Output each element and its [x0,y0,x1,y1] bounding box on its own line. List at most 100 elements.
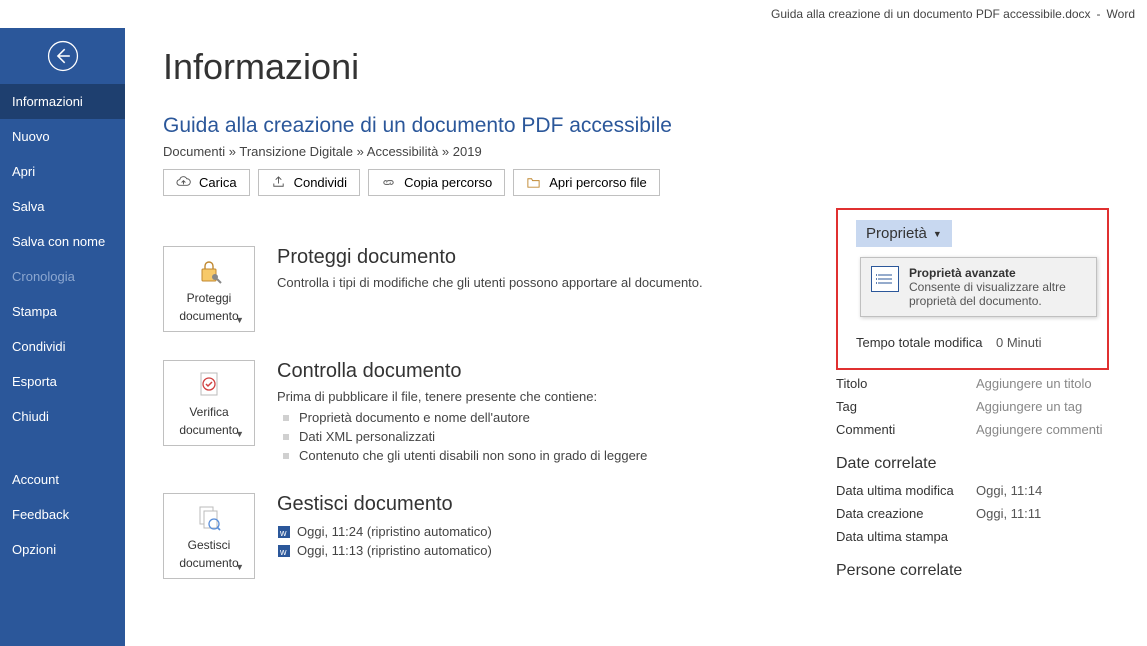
version-item[interactable]: w Oggi, 11:24 (ripristino automatico) [277,522,492,541]
prop-label: Tag [836,399,976,414]
sidebar-item-label: Apri [12,164,35,179]
open-path-button[interactable]: Apri percorso file [513,169,660,196]
sidebar-item-apri[interactable]: Apri [0,154,125,189]
protect-section: Proteggi documento ▼ Proteggi documento … [163,246,810,332]
prop-row-title[interactable]: Titolo Aggiungere un titolo [836,372,1109,395]
documents-icon [193,502,225,534]
properties-highlight: Proprietà ▼ Proprietà avanzate Consente … [836,208,1109,370]
document-title: Guida alla creazione di un documento PDF… [163,114,810,138]
properties-list-icon [871,266,899,292]
prop-row-created: Data creazione Oggi, 11:11 [836,502,1109,525]
button-label-1: Verifica [189,405,228,419]
prop-label: Data ultima modifica [836,483,976,498]
button-label: Condividi [294,175,347,190]
sidebar-item-condividi[interactable]: Condividi [0,329,125,364]
upload-button[interactable]: Carica [163,169,250,196]
sidebar-item-feedback[interactable]: Feedback [0,497,125,532]
prop-value: 0 Minuti [996,335,1042,350]
button-label-2: documento [179,423,238,437]
version-label: Oggi, 11:13 (ripristino automatico) [297,543,492,558]
chevron-down-icon: ▼ [235,315,244,325]
prop-label: Titolo [836,376,976,391]
sidebar-item-label: Cronologia [12,269,75,284]
sidebar-item-label: Informazioni [12,94,83,109]
sidebar-item-label: Salva con nome [12,234,105,249]
chevron-down-icon: ▼ [235,562,244,572]
prop-placeholder: Aggiungere commenti [976,422,1102,437]
action-button-row: Carica Condividi Copia percorso Apri per… [163,169,810,196]
prop-row-tag[interactable]: Tag Aggiungere un tag [836,395,1109,418]
sidebar-item-account[interactable]: Account [0,462,125,497]
sidebar-item-esporta[interactable]: Esporta [0,364,125,399]
advanced-properties-tooltip[interactable]: Proprietà avanzate Consente di visualizz… [860,257,1097,317]
inspect-item: Contenuto che gli utenti disabili non so… [277,446,647,465]
sidebar-item-chiudi[interactable]: Chiudi [0,399,125,434]
sidebar-item-nuovo[interactable]: Nuovo [0,119,125,154]
inspect-title: Controlla documento [277,360,647,383]
sidebar-item-informazioni[interactable]: Informazioni [0,84,125,119]
prop-row-edit-time: Tempo totale modifica 0 Minuti [856,331,1097,354]
backstage-sidebar: Informazioni Nuovo Apri Salva Salva con … [0,28,125,646]
sidebar-item-label: Stampa [12,304,57,319]
inspect-item: Proprietà documento e nome dell'autore [277,408,647,427]
sidebar-item-label: Opzioni [12,542,56,557]
protect-document-button[interactable]: Proteggi documento ▼ [163,246,255,332]
svg-text:w: w [279,528,287,538]
sidebar-item-stampa[interactable]: Stampa [0,294,125,329]
share-icon [271,175,286,190]
word-document-icon: w [277,544,291,558]
button-label-2: documento [179,556,238,570]
inspect-section: Verifica documento ▼ Controlla documento… [163,360,810,465]
properties-dropdown[interactable]: Proprietà ▼ [856,220,952,247]
manage-document-button[interactable]: Gestisci documento ▼ [163,493,255,579]
check-document-icon [193,369,225,401]
sidebar-item-label: Condividi [12,339,65,354]
inspect-item: Dati XML personalizzati [277,427,647,446]
inspect-lead: Prima di pubblicare il file, tenere pres… [277,389,647,404]
breadcrumb: Documenti » Transizione Digitale » Acces… [163,144,810,159]
button-label: Carica [199,175,237,190]
sidebar-item-salva-con-nome[interactable]: Salva con nome [0,224,125,259]
sidebar-item-label: Chiudi [12,409,49,424]
sidebar-item-label: Account [12,472,59,487]
prop-label: Data ultima stampa [836,529,976,544]
chevron-down-icon: ▼ [933,229,942,239]
chevron-down-icon: ▼ [235,429,244,439]
titlebar-filename: Guida alla creazione di un documento PDF… [771,7,1091,21]
prop-label: Tempo totale modifica [856,335,996,350]
sidebar-item-opzioni[interactable]: Opzioni [0,532,125,567]
sidebar-item-label: Esporta [12,374,57,389]
button-label-1: Gestisci [188,538,231,552]
folder-icon [526,175,541,190]
version-item[interactable]: w Oggi, 11:13 (ripristino automatico) [277,541,492,560]
button-label-2: documento [179,309,238,323]
prop-value: Oggi, 11:11 [976,506,1041,521]
button-label: Apri percorso file [549,175,647,190]
manage-section: Gestisci documento ▼ Gestisci documento … [163,493,810,579]
cloud-upload-icon [176,175,191,190]
manage-title: Gestisci documento [277,493,492,516]
prop-row-modified: Data ultima modifica Oggi, 11:14 [836,479,1109,502]
dates-heading: Date correlate [836,455,1109,473]
tooltip-title: Proprietà avanzate [909,266,1086,280]
page-title: Informazioni [163,46,810,88]
titlebar-sep: - [1097,7,1101,21]
sidebar-item-salva[interactable]: Salva [0,189,125,224]
prop-label: Commenti [836,422,976,437]
tooltip-desc: Consente di visualizzare altre proprietà… [909,280,1086,308]
lock-key-icon [193,255,225,287]
sidebar-item-cronologia: Cronologia [0,259,125,294]
svg-text:w: w [279,547,287,557]
inspect-document-button[interactable]: Verifica documento ▼ [163,360,255,446]
sidebar-item-label: Nuovo [12,129,50,144]
back-button[interactable] [0,28,125,84]
prop-row-comments[interactable]: Commenti Aggiungere commenti [836,418,1109,441]
word-document-icon: w [277,525,291,539]
share-button[interactable]: Condividi [258,169,360,196]
button-label-1: Proteggi [187,291,232,305]
dropdown-label: Proprietà [866,225,927,242]
prop-value: Oggi, 11:14 [976,483,1042,498]
titlebar: Guida alla creazione di un documento PDF… [0,0,1147,28]
copy-path-button[interactable]: Copia percorso [368,169,505,196]
prop-placeholder: Aggiungere un tag [976,399,1082,414]
